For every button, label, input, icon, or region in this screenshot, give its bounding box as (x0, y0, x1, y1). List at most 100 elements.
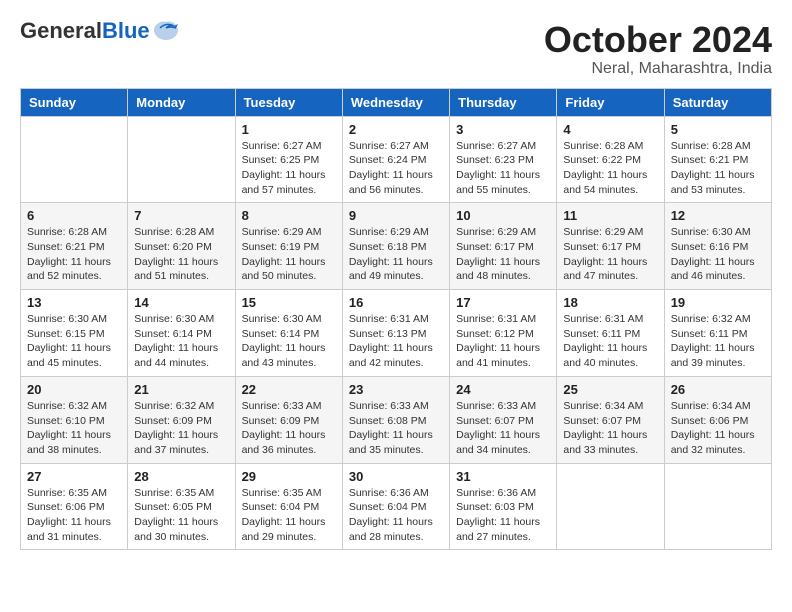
day-number: 21 (134, 382, 228, 397)
day-info: Sunrise: 6:31 AM Sunset: 6:11 PM Dayligh… (563, 312, 657, 371)
day-info: Sunrise: 6:28 AM Sunset: 6:22 PM Dayligh… (563, 139, 657, 198)
day-number: 3 (456, 122, 550, 137)
logo-blue: Blue (102, 18, 150, 43)
day-info: Sunrise: 6:30 AM Sunset: 6:15 PM Dayligh… (27, 312, 121, 371)
calendar-cell: 7Sunrise: 6:28 AM Sunset: 6:20 PM Daylig… (128, 203, 235, 290)
header-cell-monday: Monday (128, 88, 235, 116)
page-header: GeneralBlue October 2024 Neral, Maharash… (20, 20, 772, 78)
day-info: Sunrise: 6:30 AM Sunset: 6:16 PM Dayligh… (671, 225, 765, 284)
calendar-cell (128, 116, 235, 203)
logo-bird-icon (152, 20, 180, 42)
calendar-cell: 26 Sunrise: 6:34 AM Sunset: 6:06 PM Dayli… (664, 376, 771, 463)
calendar-cell: 9 Sunrise: 6:29 AM Sunset: 6:18 PM Daylig… (342, 203, 449, 290)
calendar-cell: 5 Sunrise: 6:28 AM Sunset: 6:21 PM Daylig… (664, 116, 771, 203)
calendar-cell: 29Sunrise: 6:35 AM Sunset: 6:04 PM Dayli… (235, 463, 342, 550)
day-info: Sunrise: 6:33 AM Sunset: 6:08 PM Dayligh… (349, 399, 443, 458)
logo: GeneralBlue (20, 20, 180, 42)
day-number: 29 (242, 469, 336, 484)
day-number: 15 (242, 295, 336, 310)
day-info: Sunrise: 6:32 AM Sunset: 6:10 PM Dayligh… (27, 399, 121, 458)
day-info: Sunrise: 6:33 AM Sunset: 6:09 PM Dayligh… (242, 399, 336, 458)
day-info: Sunrise: 6:31 AM Sunset: 6:13 PM Dayligh… (349, 312, 443, 371)
calendar-cell (557, 463, 664, 550)
calendar-cell: 1 Sunrise: 6:27 AM Sunset: 6:25 PM Daylig… (235, 116, 342, 203)
calendar-cell: 25 Sunrise: 6:34 AM Sunset: 6:07 PM Dayli… (557, 376, 664, 463)
calendar-cell: 6 Sunrise: 6:28 AM Sunset: 6:21 PM Daylig… (21, 203, 128, 290)
calendar-cell: 15Sunrise: 6:30 AM Sunset: 6:14 PM Dayli… (235, 290, 342, 377)
day-info: Sunrise: 6:31 AM Sunset: 6:12 PM Dayligh… (456, 312, 550, 371)
header-cell-thursday: Thursday (450, 88, 557, 116)
day-info: Sunrise: 6:36 AM Sunset: 6:03 PM Dayligh… (456, 486, 550, 545)
day-number: 11 (563, 208, 657, 223)
location-subtitle: Neral, Maharashtra, India (544, 60, 772, 78)
calendar-cell: 17Sunrise: 6:31 AM Sunset: 6:12 PM Dayli… (450, 290, 557, 377)
calendar-cell: 12 Sunrise: 6:30 AM Sunset: 6:16 PM Dayli… (664, 203, 771, 290)
day-number: 18 (563, 295, 657, 310)
day-info: Sunrise: 6:33 AM Sunset: 6:07 PM Dayligh… (456, 399, 550, 458)
calendar-cell: 2 Sunrise: 6:27 AM Sunset: 6:24 PM Daylig… (342, 116, 449, 203)
day-info: Sunrise: 6:28 AM Sunset: 6:21 PM Dayligh… (27, 225, 121, 284)
header-cell-saturday: Saturday (664, 88, 771, 116)
calendar-cell: 23 Sunrise: 6:33 AM Sunset: 6:08 PM Dayli… (342, 376, 449, 463)
calendar-cell: 24 Sunrise: 6:33 AM Sunset: 6:07 PM Dayli… (450, 376, 557, 463)
calendar-cell: 19 Sunrise: 6:32 AM Sunset: 6:11 PM Dayli… (664, 290, 771, 377)
day-number: 8 (242, 208, 336, 223)
day-number: 27 (27, 469, 121, 484)
header-cell-wednesday: Wednesday (342, 88, 449, 116)
calendar-cell: 3 Sunrise: 6:27 AM Sunset: 6:23 PM Daylig… (450, 116, 557, 203)
day-number: 12 (671, 208, 765, 223)
calendar-cell: 11 Sunrise: 6:29 AM Sunset: 6:17 PM Dayli… (557, 203, 664, 290)
header-cell-tuesday: Tuesday (235, 88, 342, 116)
day-number: 16 (349, 295, 443, 310)
day-number: 19 (671, 295, 765, 310)
week-row-3: 13 Sunrise: 6:30 AM Sunset: 6:15 PM Dayli… (21, 290, 772, 377)
day-info: Sunrise: 6:28 AM Sunset: 6:21 PM Dayligh… (671, 139, 765, 198)
calendar-cell: 4Sunrise: 6:28 AM Sunset: 6:22 PM Daylig… (557, 116, 664, 203)
day-info: Sunrise: 6:27 AM Sunset: 6:25 PM Dayligh… (242, 139, 336, 198)
logo-general: General (20, 18, 102, 43)
calendar-cell (664, 463, 771, 550)
day-number: 22 (242, 382, 336, 397)
calendar-cell: 13 Sunrise: 6:30 AM Sunset: 6:15 PM Dayli… (21, 290, 128, 377)
day-info: Sunrise: 6:32 AM Sunset: 6:11 PM Dayligh… (671, 312, 765, 371)
header-cell-sunday: Sunday (21, 88, 128, 116)
day-number: 13 (27, 295, 121, 310)
day-number: 1 (242, 122, 336, 137)
day-info: Sunrise: 6:27 AM Sunset: 6:23 PM Dayligh… (456, 139, 550, 198)
day-info: Sunrise: 6:35 AM Sunset: 6:05 PM Dayligh… (134, 486, 228, 545)
day-number: 2 (349, 122, 443, 137)
day-number: 24 (456, 382, 550, 397)
calendar-cell: 28Sunrise: 6:35 AM Sunset: 6:05 PM Dayli… (128, 463, 235, 550)
day-number: 26 (671, 382, 765, 397)
day-info: Sunrise: 6:30 AM Sunset: 6:14 PM Dayligh… (134, 312, 228, 371)
day-info: Sunrise: 6:34 AM Sunset: 6:07 PM Dayligh… (563, 399, 657, 458)
week-row-4: 20 Sunrise: 6:32 AM Sunset: 6:10 PM Dayli… (21, 376, 772, 463)
day-info: Sunrise: 6:32 AM Sunset: 6:09 PM Dayligh… (134, 399, 228, 458)
week-row-1: 1 Sunrise: 6:27 AM Sunset: 6:25 PM Daylig… (21, 116, 772, 203)
day-number: 9 (349, 208, 443, 223)
calendar-cell: 31 Sunrise: 6:36 AM Sunset: 6:03 PM Dayli… (450, 463, 557, 550)
day-number: 6 (27, 208, 121, 223)
calendar-cell: 27 Sunrise: 6:35 AM Sunset: 6:06 PM Dayli… (21, 463, 128, 550)
day-number: 5 (671, 122, 765, 137)
day-info: Sunrise: 6:27 AM Sunset: 6:24 PM Dayligh… (349, 139, 443, 198)
day-number: 31 (456, 469, 550, 484)
day-number: 20 (27, 382, 121, 397)
day-info: Sunrise: 6:34 AM Sunset: 6:06 PM Dayligh… (671, 399, 765, 458)
calendar-cell: 8Sunrise: 6:29 AM Sunset: 6:19 PM Daylig… (235, 203, 342, 290)
day-info: Sunrise: 6:29 AM Sunset: 6:17 PM Dayligh… (456, 225, 550, 284)
calendar-cell: 22 Sunrise: 6:33 AM Sunset: 6:09 PM Dayli… (235, 376, 342, 463)
calendar-cell: 10Sunrise: 6:29 AM Sunset: 6:17 PM Dayli… (450, 203, 557, 290)
header-cell-friday: Friday (557, 88, 664, 116)
calendar-cell: 16 Sunrise: 6:31 AM Sunset: 6:13 PM Dayli… (342, 290, 449, 377)
day-info: Sunrise: 6:29 AM Sunset: 6:18 PM Dayligh… (349, 225, 443, 284)
day-number: 23 (349, 382, 443, 397)
header-row: SundayMondayTuesdayWednesdayThursdayFrid… (21, 88, 772, 116)
day-info: Sunrise: 6:35 AM Sunset: 6:06 PM Dayligh… (27, 486, 121, 545)
day-number: 14 (134, 295, 228, 310)
day-number: 25 (563, 382, 657, 397)
calendar-cell: 18 Sunrise: 6:31 AM Sunset: 6:11 PM Dayli… (557, 290, 664, 377)
calendar-cell (21, 116, 128, 203)
month-year-title: October 2024 (544, 20, 772, 60)
day-info: Sunrise: 6:29 AM Sunset: 6:17 PM Dayligh… (563, 225, 657, 284)
